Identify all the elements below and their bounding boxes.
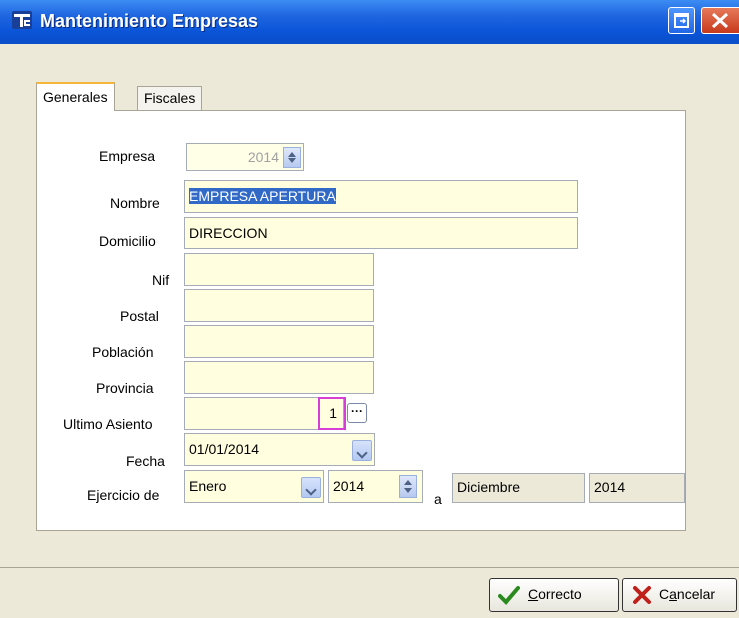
provincia-field[interactable] — [184, 361, 374, 394]
mes-desde-dropdown-button[interactable] — [301, 477, 321, 498]
domicilio-field[interactable]: DIRECCION — [184, 217, 578, 249]
correcto-button[interactable]: Correcto — [489, 578, 619, 612]
poblacion-label: Población — [92, 344, 154, 360]
fecha-field[interactable]: 01/01/2014 — [184, 433, 375, 466]
window-title: Mantenimiento Empresas — [40, 11, 259, 31]
restore-icon — [674, 13, 689, 28]
nombre-field[interactable]: EMPRESA APERTURA — [184, 180, 578, 213]
ejercicio-label: Ejercicio de — [87, 487, 160, 503]
correcto-label: orrecto — [538, 586, 582, 602]
nombre-value: EMPRESA APERTURA — [189, 188, 336, 204]
cancelar-label-start: C — [659, 586, 670, 602]
domicilio-label: Domicilio — [99, 233, 156, 249]
ejercicio-separator: a — [434, 491, 442, 507]
ejercicio-anio-hasta: 2014 — [589, 473, 685, 503]
nif-label: Nif — [152, 272, 170, 288]
anio-desde-spinner[interactable] — [399, 475, 417, 498]
poblacion-field[interactable] — [184, 325, 374, 358]
close-icon — [711, 12, 729, 29]
window: Mantenimiento Empresas Fiscales Generale… — [0, 0, 739, 618]
close-button[interactable] — [701, 7, 739, 34]
restore-button[interactable] — [668, 7, 695, 34]
cancelar-mnemonic: a — [669, 586, 677, 602]
highlight-box — [318, 397, 346, 430]
footer-divider — [0, 567, 739, 568]
postal-label: Postal — [120, 308, 159, 324]
tc-logo-icon — [12, 11, 32, 29]
empresa-label: Empresa — [99, 148, 156, 164]
ejercicio-mes-hasta: Diciembre — [452, 473, 585, 503]
x-icon — [633, 586, 651, 604]
postal-field[interactable] — [184, 289, 374, 322]
nombre-label: Nombre — [110, 195, 160, 211]
tab-fiscales[interactable]: Fiscales — [137, 86, 203, 110]
tab-generales[interactable]: Generales — [36, 82, 115, 111]
empresa-spinner — [283, 147, 301, 168]
ellipsis-button[interactable]: ··· — [347, 403, 367, 423]
nif-field[interactable] — [184, 253, 374, 286]
cancelar-label-end: ncelar — [676, 586, 716, 602]
provincia-label: Provincia — [96, 380, 154, 396]
fecha-dropdown-button[interactable] — [352, 440, 372, 461]
cancelar-button[interactable]: Cancelar — [622, 578, 737, 612]
check-icon — [498, 586, 520, 605]
title-bar[interactable]: Mantenimiento Empresas — [0, 0, 739, 44]
fecha-label: Fecha — [126, 453, 165, 469]
ultimo-asiento-label: Ultimo Asiento — [63, 416, 153, 432]
correcto-mnemonic: C — [528, 586, 539, 602]
